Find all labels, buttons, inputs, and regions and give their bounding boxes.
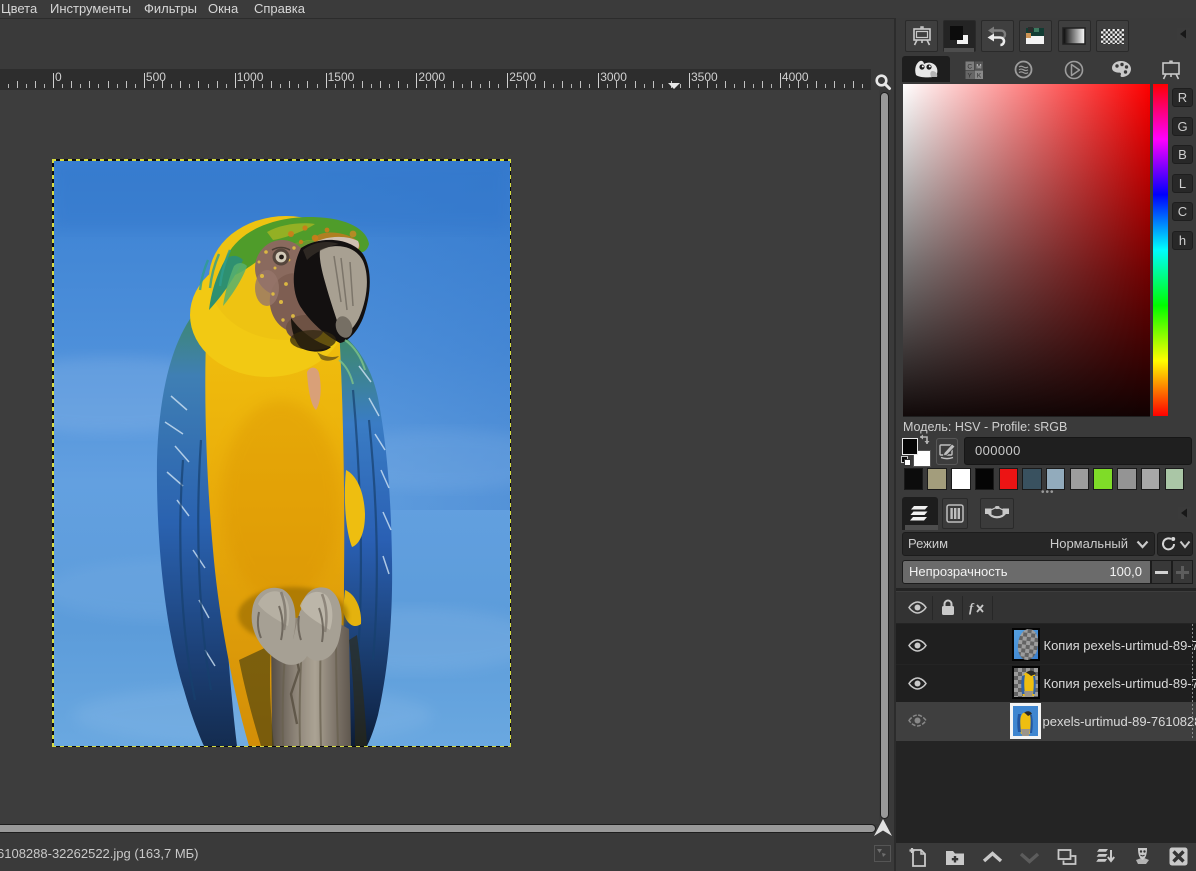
svg-text:K: K [977, 72, 982, 79]
svg-text:Y: Y [968, 72, 973, 79]
svg-text:f: f [969, 600, 975, 615]
svg-text:M: M [976, 63, 981, 70]
svg-text:C: C [967, 63, 972, 70]
